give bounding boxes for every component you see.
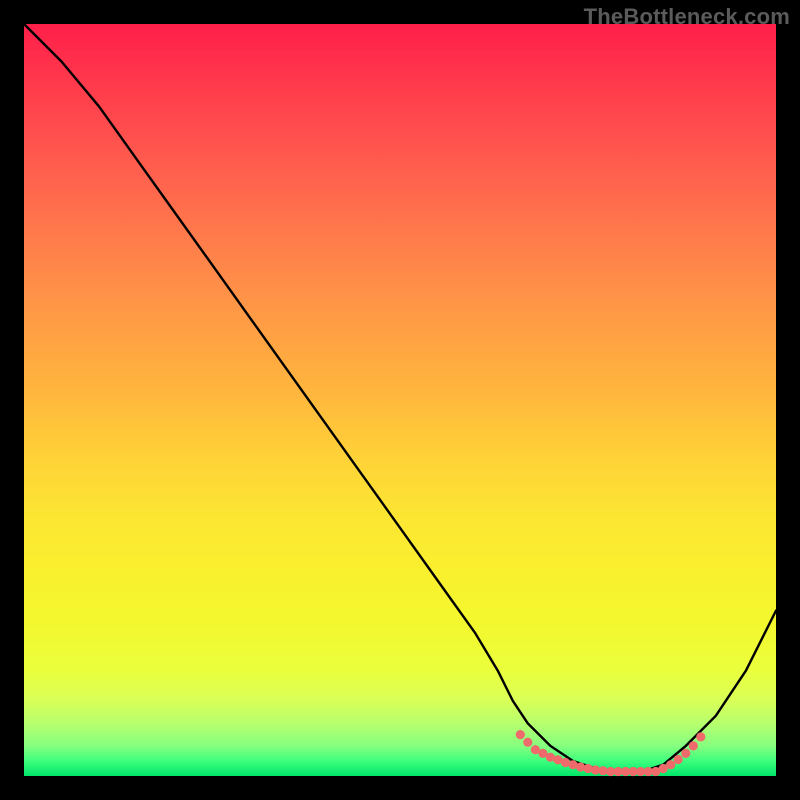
- chart-frame: TheBottleneck.com: [0, 0, 800, 800]
- watermark-text: TheBottleneck.com: [584, 4, 790, 30]
- bottleneck-curve-line: [24, 24, 776, 772]
- chart-svg: [24, 24, 776, 776]
- plot-gradient-area: [24, 24, 776, 776]
